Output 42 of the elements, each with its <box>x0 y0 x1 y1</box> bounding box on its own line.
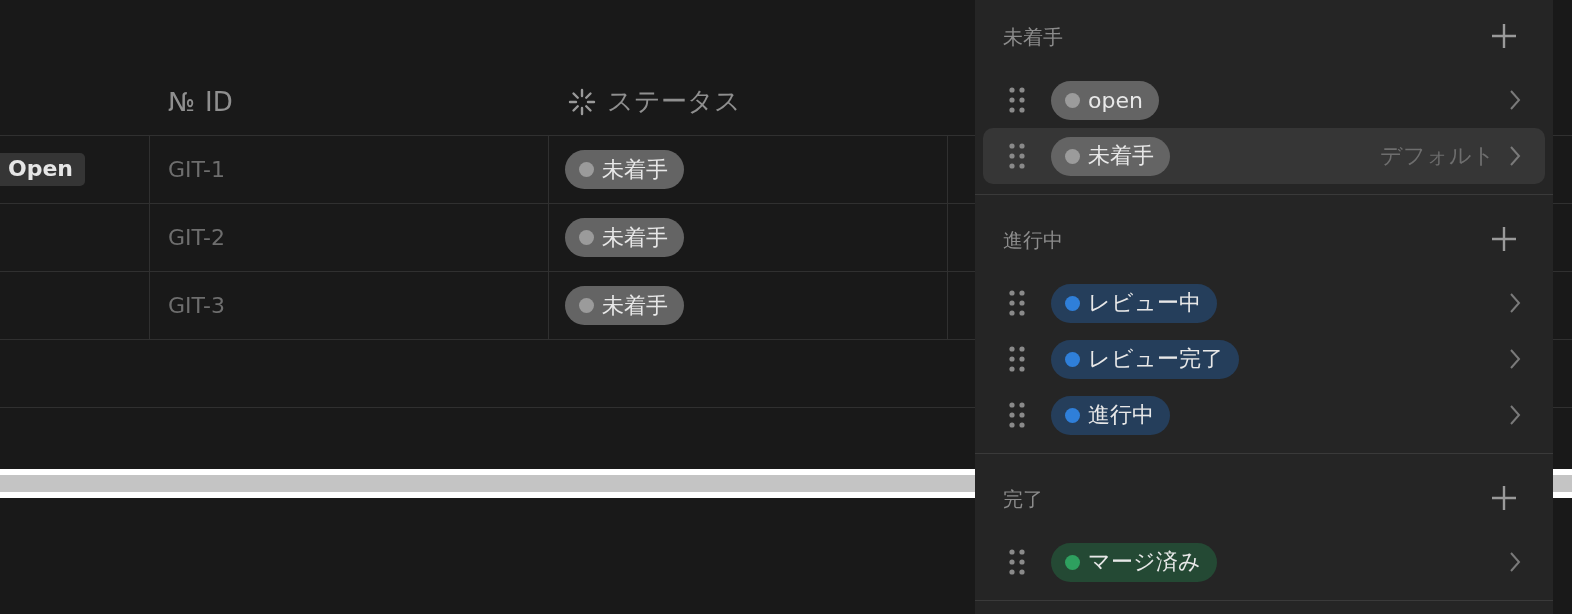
chevron-right-icon <box>1509 348 1521 370</box>
id-text: GIT-3 <box>168 293 225 318</box>
plus-icon[interactable] <box>1491 226 1517 252</box>
column-header[interactable]: ID <box>205 86 233 117</box>
status-option[interactable]: マージ済み <box>983 534 1545 590</box>
status-pill: 未着手 <box>565 150 684 189</box>
status-pill: 未着手 <box>565 218 684 257</box>
chevron-right-icon <box>1509 404 1521 426</box>
status-pill: open <box>1051 80 1159 120</box>
default-label: デフォルト <box>1380 142 1495 170</box>
status-pill: レビュー中 <box>1051 283 1217 323</box>
status-option[interactable]: レビュー完了 <box>983 331 1545 387</box>
chevron-right-icon <box>1509 292 1521 314</box>
status-option[interactable]: open <box>983 72 1545 128</box>
tag-label: Open <box>0 153 86 186</box>
group-title: 進行中 <box>1003 227 1063 254</box>
plus-icon[interactable] <box>1491 485 1517 511</box>
drag-handle-icon[interactable] <box>1009 290 1025 316</box>
plus-icon[interactable] <box>1491 23 1517 49</box>
drag-handle-icon[interactable] <box>1009 87 1025 113</box>
id-text: GIT-1 <box>168 157 225 182</box>
group-title: 未着手 <box>1003 24 1063 51</box>
id-text: GIT-2 <box>168 225 225 250</box>
number-icon: № <box>168 86 196 117</box>
chevron-right-icon <box>1509 551 1521 573</box>
status-option[interactable]: レビュー中 <box>983 275 1545 331</box>
column-header[interactable]: ステータス <box>607 84 741 119</box>
group-title: 完了 <box>1003 486 1043 513</box>
status-option[interactable]: 進行中 <box>983 387 1545 443</box>
status-option[interactable]: 未着手 デフォルト <box>983 128 1545 184</box>
spinner-icon <box>567 86 597 117</box>
chevron-right-icon <box>1509 89 1521 111</box>
drag-handle-icon[interactable] <box>1009 402 1025 428</box>
status-pill: マージ済み <box>1051 542 1217 582</box>
status-pill: 未着手 <box>565 286 684 325</box>
chevron-right-icon <box>1509 145 1521 167</box>
drag-handle-icon[interactable] <box>1009 346 1025 372</box>
drag-handle-icon[interactable] <box>1009 143 1025 169</box>
status-pill: 進行中 <box>1051 395 1170 435</box>
status-pill: レビュー完了 <box>1051 339 1239 379</box>
drag-handle-icon[interactable] <box>1009 549 1025 575</box>
status-pill: 未着手 <box>1051 136 1170 176</box>
